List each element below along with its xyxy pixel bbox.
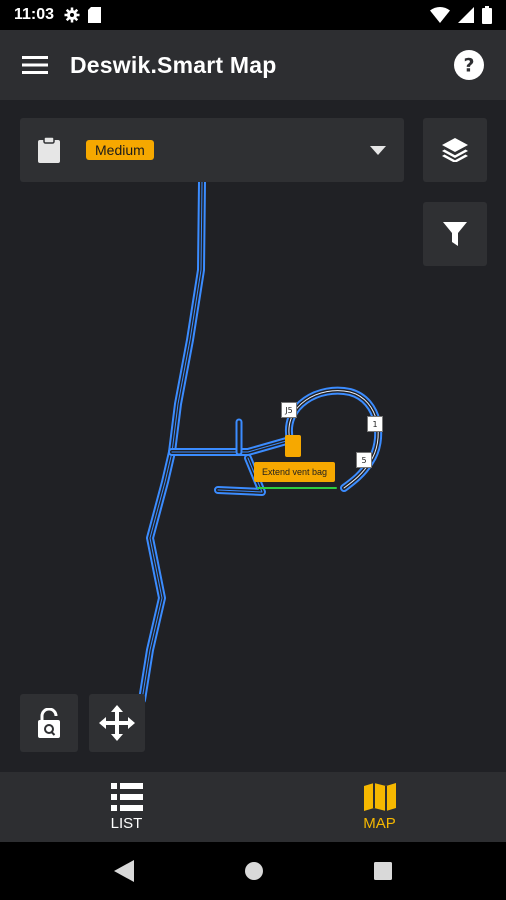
- wifi-icon: [430, 7, 450, 23]
- point-tag-1[interactable]: 1: [367, 416, 383, 432]
- app-title: Deswik.Smart Map: [70, 51, 277, 78]
- map-icon: [363, 782, 396, 811]
- task-label[interactable]: Extend vent bag: [254, 462, 336, 482]
- nav-map-tab[interactable]: MAP: [253, 772, 506, 842]
- priority-badge: Medium: [86, 140, 154, 160]
- battery-icon: [482, 6, 492, 24]
- sd-card-icon: [88, 7, 102, 23]
- home-icon[interactable]: [244, 861, 264, 881]
- nav-list-tab[interactable]: LIST: [0, 772, 253, 842]
- chevron-down-icon: [370, 145, 386, 155]
- svg-text:?: ?: [463, 55, 474, 77]
- filter-funnel-icon: [443, 222, 467, 246]
- list-icon: [110, 782, 143, 811]
- clock: 11:03: [14, 6, 55, 23]
- point-tag-5[interactable]: 5: [356, 452, 372, 468]
- layers-button[interactable]: [423, 118, 487, 182]
- back-icon[interactable]: [114, 860, 134, 882]
- point-tag-j5[interactable]: J5: [281, 402, 297, 418]
- bottom-navigation: LIST MAP: [0, 772, 506, 842]
- nav-list-label: LIST: [110, 814, 143, 832]
- filter-button[interactable]: [423, 202, 487, 266]
- move-arrows-icon: [99, 705, 135, 741]
- recents-icon[interactable]: [374, 862, 392, 880]
- cellular-signal-icon: [458, 7, 474, 23]
- clipboard-icon: [38, 137, 60, 163]
- map-canvas[interactable]: J5 1 5 Extend vent bag: [0, 100, 506, 772]
- pan-move-button[interactable]: [89, 694, 145, 752]
- task-marker[interactable]: [285, 435, 301, 457]
- layers-icon: [442, 138, 468, 162]
- unlock-icon: [38, 708, 60, 738]
- help-icon[interactable]: ?: [454, 50, 484, 80]
- settings-gear-icon: [64, 7, 80, 23]
- tunnel-network: [138, 178, 383, 704]
- app-bar: Deswik.Smart Map ?: [0, 30, 506, 100]
- nav-map-label: MAP: [363, 814, 396, 832]
- priority-dropdown[interactable]: Medium: [20, 118, 404, 182]
- system-navigation-bar: [0, 842, 506, 900]
- lock-rotation-button[interactable]: [20, 694, 78, 752]
- hamburger-menu-icon[interactable]: [22, 55, 48, 75]
- status-bar: 11:03: [0, 0, 506, 30]
